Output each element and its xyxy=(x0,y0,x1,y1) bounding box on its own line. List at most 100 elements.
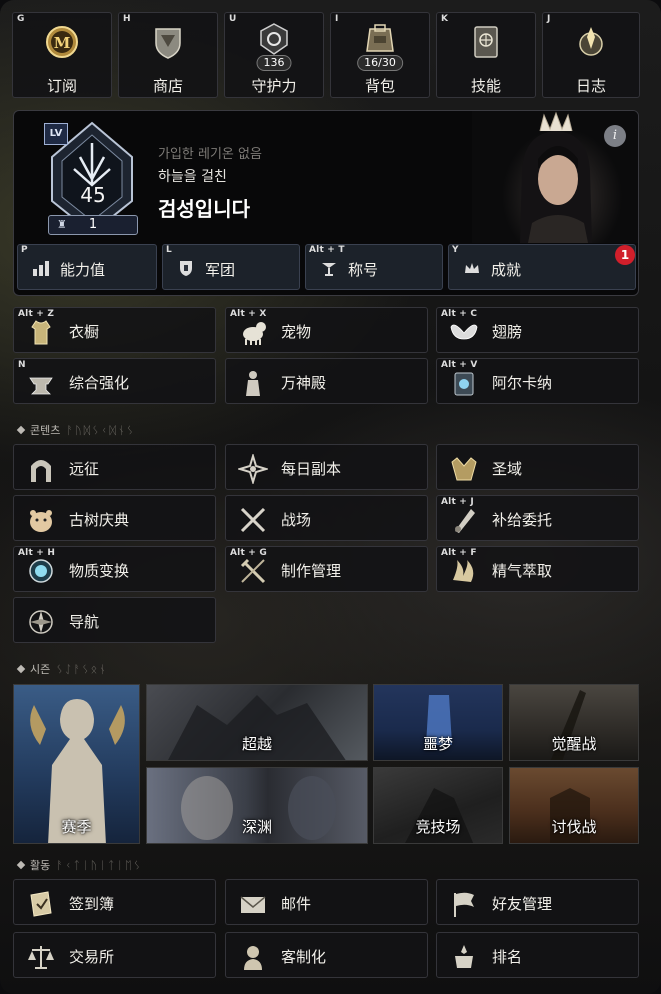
backpack-capacity: 16/30 xyxy=(357,55,403,71)
stats-bars-icon xyxy=(33,261,49,276)
menu-transmute[interactable]: Alt + H 物质变换 xyxy=(13,546,216,592)
menu-expedition[interactable]: 远征 xyxy=(13,444,216,490)
nav-label: 背包 xyxy=(364,77,395,95)
menu-arcana[interactable]: Alt + V 阿尔卡纳 xyxy=(436,358,639,404)
nav-label: 守护力 xyxy=(251,77,297,95)
nav-subscription[interactable]: G M 订阅 xyxy=(12,12,112,98)
hotkey-label: P xyxy=(21,245,28,255)
menu-ranking[interactable]: 排名 xyxy=(436,932,639,978)
exchange-scales-icon xyxy=(28,946,54,969)
season-tile-awakening[interactable]: 觉醒战 xyxy=(509,684,639,761)
nav-backpack[interactable]: I 16/30 背包 xyxy=(330,12,430,98)
nav-label: 商店 xyxy=(152,77,183,95)
hotkey-label: L xyxy=(166,245,172,255)
wings-icon xyxy=(450,324,478,340)
season-label: 觉醒战 xyxy=(551,735,597,753)
season-label: 赛季 xyxy=(61,818,92,836)
menu-supply-quest[interactable]: Alt + J 补给委托 xyxy=(436,495,639,541)
menu-label: 补给委托 xyxy=(492,511,553,529)
menu-label: 交易所 xyxy=(69,948,115,966)
checkin-book-icon xyxy=(30,891,52,917)
supply-quest-icon xyxy=(455,509,475,533)
info-button[interactable]: i xyxy=(604,125,626,147)
menu-enhance[interactable]: N 综合强化 xyxy=(13,358,216,404)
season-tile-arena[interactable]: 竞技场 xyxy=(373,767,503,844)
section-title: 콘텐츠 xyxy=(30,424,61,437)
nav-shop[interactable]: H 商店 xyxy=(118,12,218,98)
tab-label: 称号 xyxy=(348,261,379,279)
nav-guardian-power[interactable]: U 136 守护力 xyxy=(224,12,324,98)
tab-achievement[interactable]: Y 成就 1 xyxy=(448,244,636,290)
menu-friends[interactable]: 好友管理 xyxy=(436,879,639,925)
wardrobe-icon xyxy=(31,320,51,345)
battlefield-swords-icon xyxy=(240,507,266,533)
mail-envelope-icon xyxy=(240,896,266,913)
season-label: 超越 xyxy=(241,735,272,753)
legion-status: 가입한 레기온 없음 xyxy=(158,147,262,162)
section-ornament: ᚨᚢᛞᛊᚲᛞᚾᛊ xyxy=(66,424,136,437)
menu-crafting[interactable]: Alt + G 制作管理 xyxy=(225,546,428,592)
season-tile-season[interactable]: 赛季 xyxy=(13,684,140,844)
menu-battlefield[interactable]: 战场 xyxy=(225,495,428,541)
pantheon-statue-icon xyxy=(246,371,260,396)
journal-icon xyxy=(579,27,603,56)
menu-extraction[interactable]: Alt + F 精气萃取 xyxy=(436,546,639,592)
season-label: 竞技场 xyxy=(415,818,461,836)
friends-flag-icon xyxy=(454,892,474,917)
backpack-icon xyxy=(366,24,394,52)
menu-sanctuary[interactable]: 圣域 xyxy=(436,444,639,490)
pet-icon xyxy=(243,322,266,345)
menu-label: 古树庆典 xyxy=(69,511,130,529)
section-title: 활동 xyxy=(30,859,51,872)
menu-label: 万神殿 xyxy=(281,374,327,392)
nav-journal[interactable]: J 日志 xyxy=(542,12,640,98)
tab-stats[interactable]: P 能力值 xyxy=(17,244,157,290)
tab-title[interactable]: Alt + T 称号 xyxy=(305,244,443,290)
nav-skills[interactable]: K 技能 xyxy=(436,12,536,98)
menu-wings[interactable]: Alt + C 翅膀 xyxy=(436,307,639,353)
lv-badge: LV xyxy=(44,123,68,145)
menu-label: 导航 xyxy=(69,613,100,631)
crafting-tools-icon xyxy=(240,558,266,584)
menu-daily-dungeon[interactable]: 每日副本 xyxy=(225,444,428,490)
menu-pet[interactable]: Alt + X 宠物 xyxy=(225,307,428,353)
season-tile-subjugation[interactable]: 讨伐战 xyxy=(509,767,639,844)
hotkey-label: G xyxy=(17,14,25,24)
menu-checkin[interactable]: 签到簿 xyxy=(13,879,216,925)
nav-label: 技能 xyxy=(470,77,501,95)
arcana-icon xyxy=(454,372,474,396)
hotkey-label: N xyxy=(18,360,26,370)
menu-navigation[interactable]: 导航 xyxy=(13,597,216,643)
season-tile-abyss[interactable]: 深渊 xyxy=(146,767,368,844)
season-tile-nightmare[interactable]: 噩梦 xyxy=(373,684,503,761)
rank-bar: ♜ 1 xyxy=(48,215,138,235)
svg-text:M: M xyxy=(54,34,71,52)
hotkey-label: H xyxy=(123,14,131,24)
shop-shield-icon xyxy=(155,28,181,59)
season-tile-transcend[interactable]: 超越 xyxy=(146,684,368,761)
season-label: 深渊 xyxy=(241,818,272,836)
menu-customize[interactable]: 客制化 xyxy=(225,932,428,978)
skill-book-icon xyxy=(474,26,498,58)
menu-festival[interactable]: 古树庆典 xyxy=(13,495,216,541)
menu-exchange[interactable]: 交易所 xyxy=(13,932,216,978)
character-name: 검성입니다 xyxy=(158,197,250,221)
menu-label: 阿尔卡纳 xyxy=(492,374,553,392)
nav-label: 订阅 xyxy=(46,77,77,95)
anvil-icon xyxy=(29,377,53,395)
title-icon xyxy=(322,263,336,276)
season-label: 讨伐战 xyxy=(551,818,597,836)
activity-section-header: 활동 ᚨᚲᛏᛁᚢᛁᛏᛁᛖᛊ xyxy=(16,857,142,873)
menu-label: 远征 xyxy=(69,460,100,478)
festival-hamster-icon xyxy=(30,510,52,532)
expedition-gate-icon xyxy=(31,460,51,482)
sanctuary-icon xyxy=(451,457,477,481)
menu-pantheon[interactable]: 万神殿 xyxy=(225,358,428,404)
menu-mail[interactable]: 邮件 xyxy=(225,879,428,925)
menu-label: 每日副本 xyxy=(281,460,342,478)
tab-legion[interactable]: L 军团 xyxy=(162,244,300,290)
menu-wardrobe[interactable]: Alt + Z 衣橱 xyxy=(13,307,216,353)
compass-icon xyxy=(29,610,53,634)
menu-label: 好友管理 xyxy=(492,895,553,913)
menu-label: 客制化 xyxy=(281,948,327,966)
